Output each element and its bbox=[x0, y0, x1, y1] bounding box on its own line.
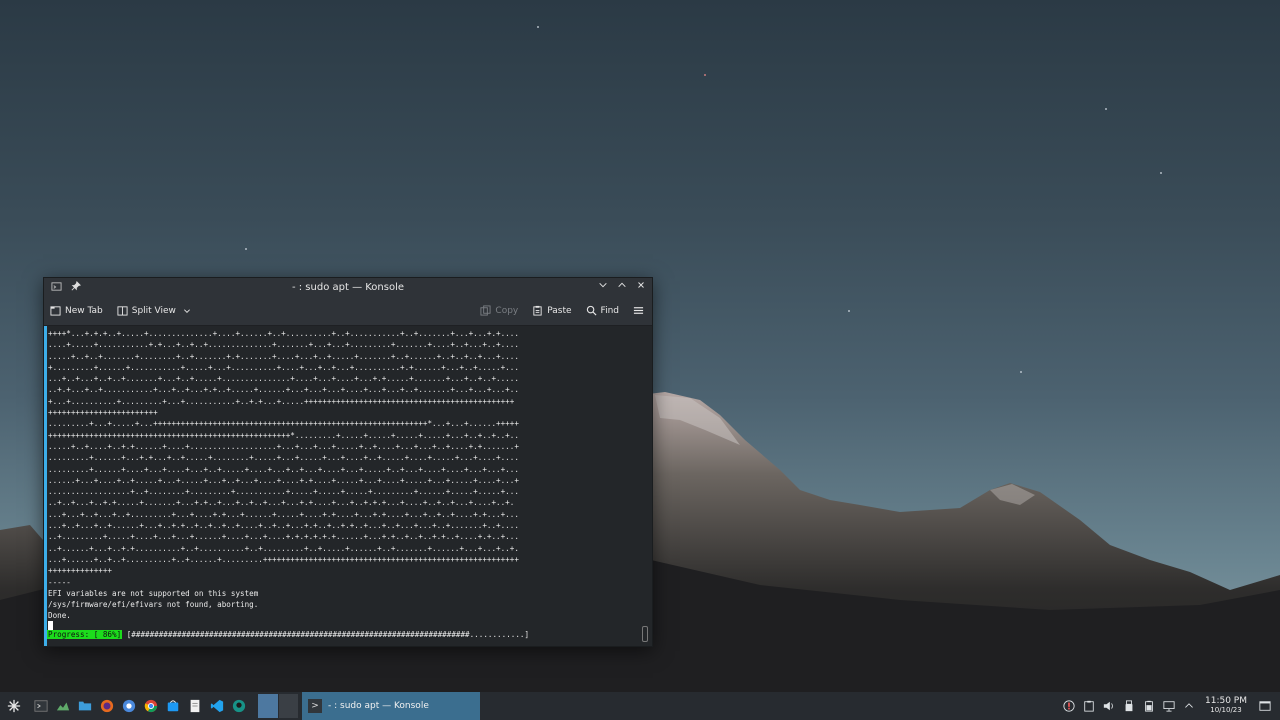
terminal-cursor bbox=[48, 621, 53, 630]
new-tab-label: New Tab bbox=[65, 305, 103, 316]
network-icon[interactable] bbox=[1162, 699, 1176, 713]
terminal-output: ++++*...+.+.+..+.....+..............+...… bbox=[48, 329, 519, 621]
system-monitor-icon[interactable] bbox=[55, 698, 71, 714]
volume-icon[interactable] bbox=[1102, 699, 1116, 713]
progress-label: Progress: [ 86%] bbox=[47, 630, 123, 639]
find-label: Find bbox=[600, 305, 619, 316]
close-button[interactable] bbox=[635, 280, 647, 292]
new-tab-button[interactable]: New Tab bbox=[50, 305, 103, 316]
firefox-icon[interactable] bbox=[99, 698, 115, 714]
konsole-window: - : sudo apt — Konsole New Tab Split Vie… bbox=[43, 277, 653, 647]
task-konsole-label: - : sudo apt — Konsole bbox=[328, 701, 429, 711]
split-view-label: Split View bbox=[131, 305, 176, 316]
minimize-button[interactable] bbox=[597, 280, 609, 292]
clipboard-icon[interactable] bbox=[1082, 699, 1096, 713]
gitkraken-icon[interactable] bbox=[231, 698, 247, 714]
hamburger-menu-button[interactable] bbox=[633, 305, 644, 316]
chrome-icon[interactable] bbox=[143, 698, 159, 714]
find-button[interactable]: Find bbox=[586, 305, 619, 316]
split-view-button[interactable]: Split View bbox=[117, 305, 191, 316]
copy-icon bbox=[480, 305, 491, 316]
pin-icon[interactable] bbox=[70, 281, 82, 293]
text-editor-icon[interactable] bbox=[187, 698, 203, 714]
virtual-desktop-pager[interactable] bbox=[258, 694, 298, 718]
terminal-area[interactable]: ++++*...+.+.+..+.....+..............+...… bbox=[44, 326, 650, 646]
taskbar: > - : sudo apt — Konsole 11:50 PM 10/10/… bbox=[0, 692, 1280, 720]
usb-device-icon[interactable] bbox=[1122, 699, 1136, 713]
konsole-toolbar: New Tab Split View Copy Paste Find bbox=[44, 296, 652, 326]
show-desktop-icon[interactable] bbox=[1258, 699, 1272, 713]
vscode-icon[interactable] bbox=[209, 698, 225, 714]
paste-icon bbox=[533, 305, 542, 316]
window-title: - : sudo apt — Konsole bbox=[291, 281, 405, 293]
clock-date: 10/10/23 bbox=[1210, 706, 1242, 714]
konsole-task-icon: > bbox=[308, 699, 322, 713]
new-tab-icon bbox=[50, 306, 61, 316]
terminal-scrollbar[interactable] bbox=[642, 626, 648, 642]
maximize-button[interactable] bbox=[616, 280, 628, 292]
window-titlebar[interactable]: - : sudo apt — Konsole bbox=[44, 278, 652, 296]
paste-button[interactable]: Paste bbox=[532, 305, 572, 316]
task-konsole[interactable]: > - : sudo apt — Konsole bbox=[302, 692, 480, 720]
desktop-1[interactable] bbox=[258, 694, 278, 718]
application-launcher-icon[interactable] bbox=[6, 698, 22, 714]
copy-label: Copy bbox=[495, 305, 519, 316]
store-icon[interactable] bbox=[165, 698, 181, 714]
file-manager-icon[interactable] bbox=[77, 698, 93, 714]
desktop-2[interactable] bbox=[278, 694, 298, 718]
app-menu-icon[interactable] bbox=[50, 281, 62, 293]
battery-icon[interactable] bbox=[1142, 699, 1156, 713]
chevron-up-icon[interactable] bbox=[1182, 699, 1196, 713]
search-icon bbox=[586, 305, 597, 316]
progress-line: Progress: [ 86%] [######################… bbox=[47, 630, 529, 639]
clock-time: 11:50 PM bbox=[1205, 696, 1247, 706]
chromium-icon[interactable] bbox=[121, 698, 137, 714]
paste-label: Paste bbox=[547, 305, 572, 316]
split-view-icon bbox=[117, 306, 128, 316]
chevron-down-icon bbox=[183, 308, 190, 313]
updates-icon[interactable] bbox=[1062, 699, 1076, 713]
digital-clock[interactable]: 11:50 PM 10/10/23 bbox=[1205, 697, 1247, 715]
progress-bar-text: [#######################################… bbox=[122, 630, 530, 639]
hamburger-menu-icon bbox=[633, 307, 644, 314]
copy-button[interactable]: Copy bbox=[480, 305, 518, 316]
konsole-launcher-icon[interactable] bbox=[33, 698, 49, 714]
system-tray: 11:50 PM 10/10/23 bbox=[1059, 692, 1280, 720]
